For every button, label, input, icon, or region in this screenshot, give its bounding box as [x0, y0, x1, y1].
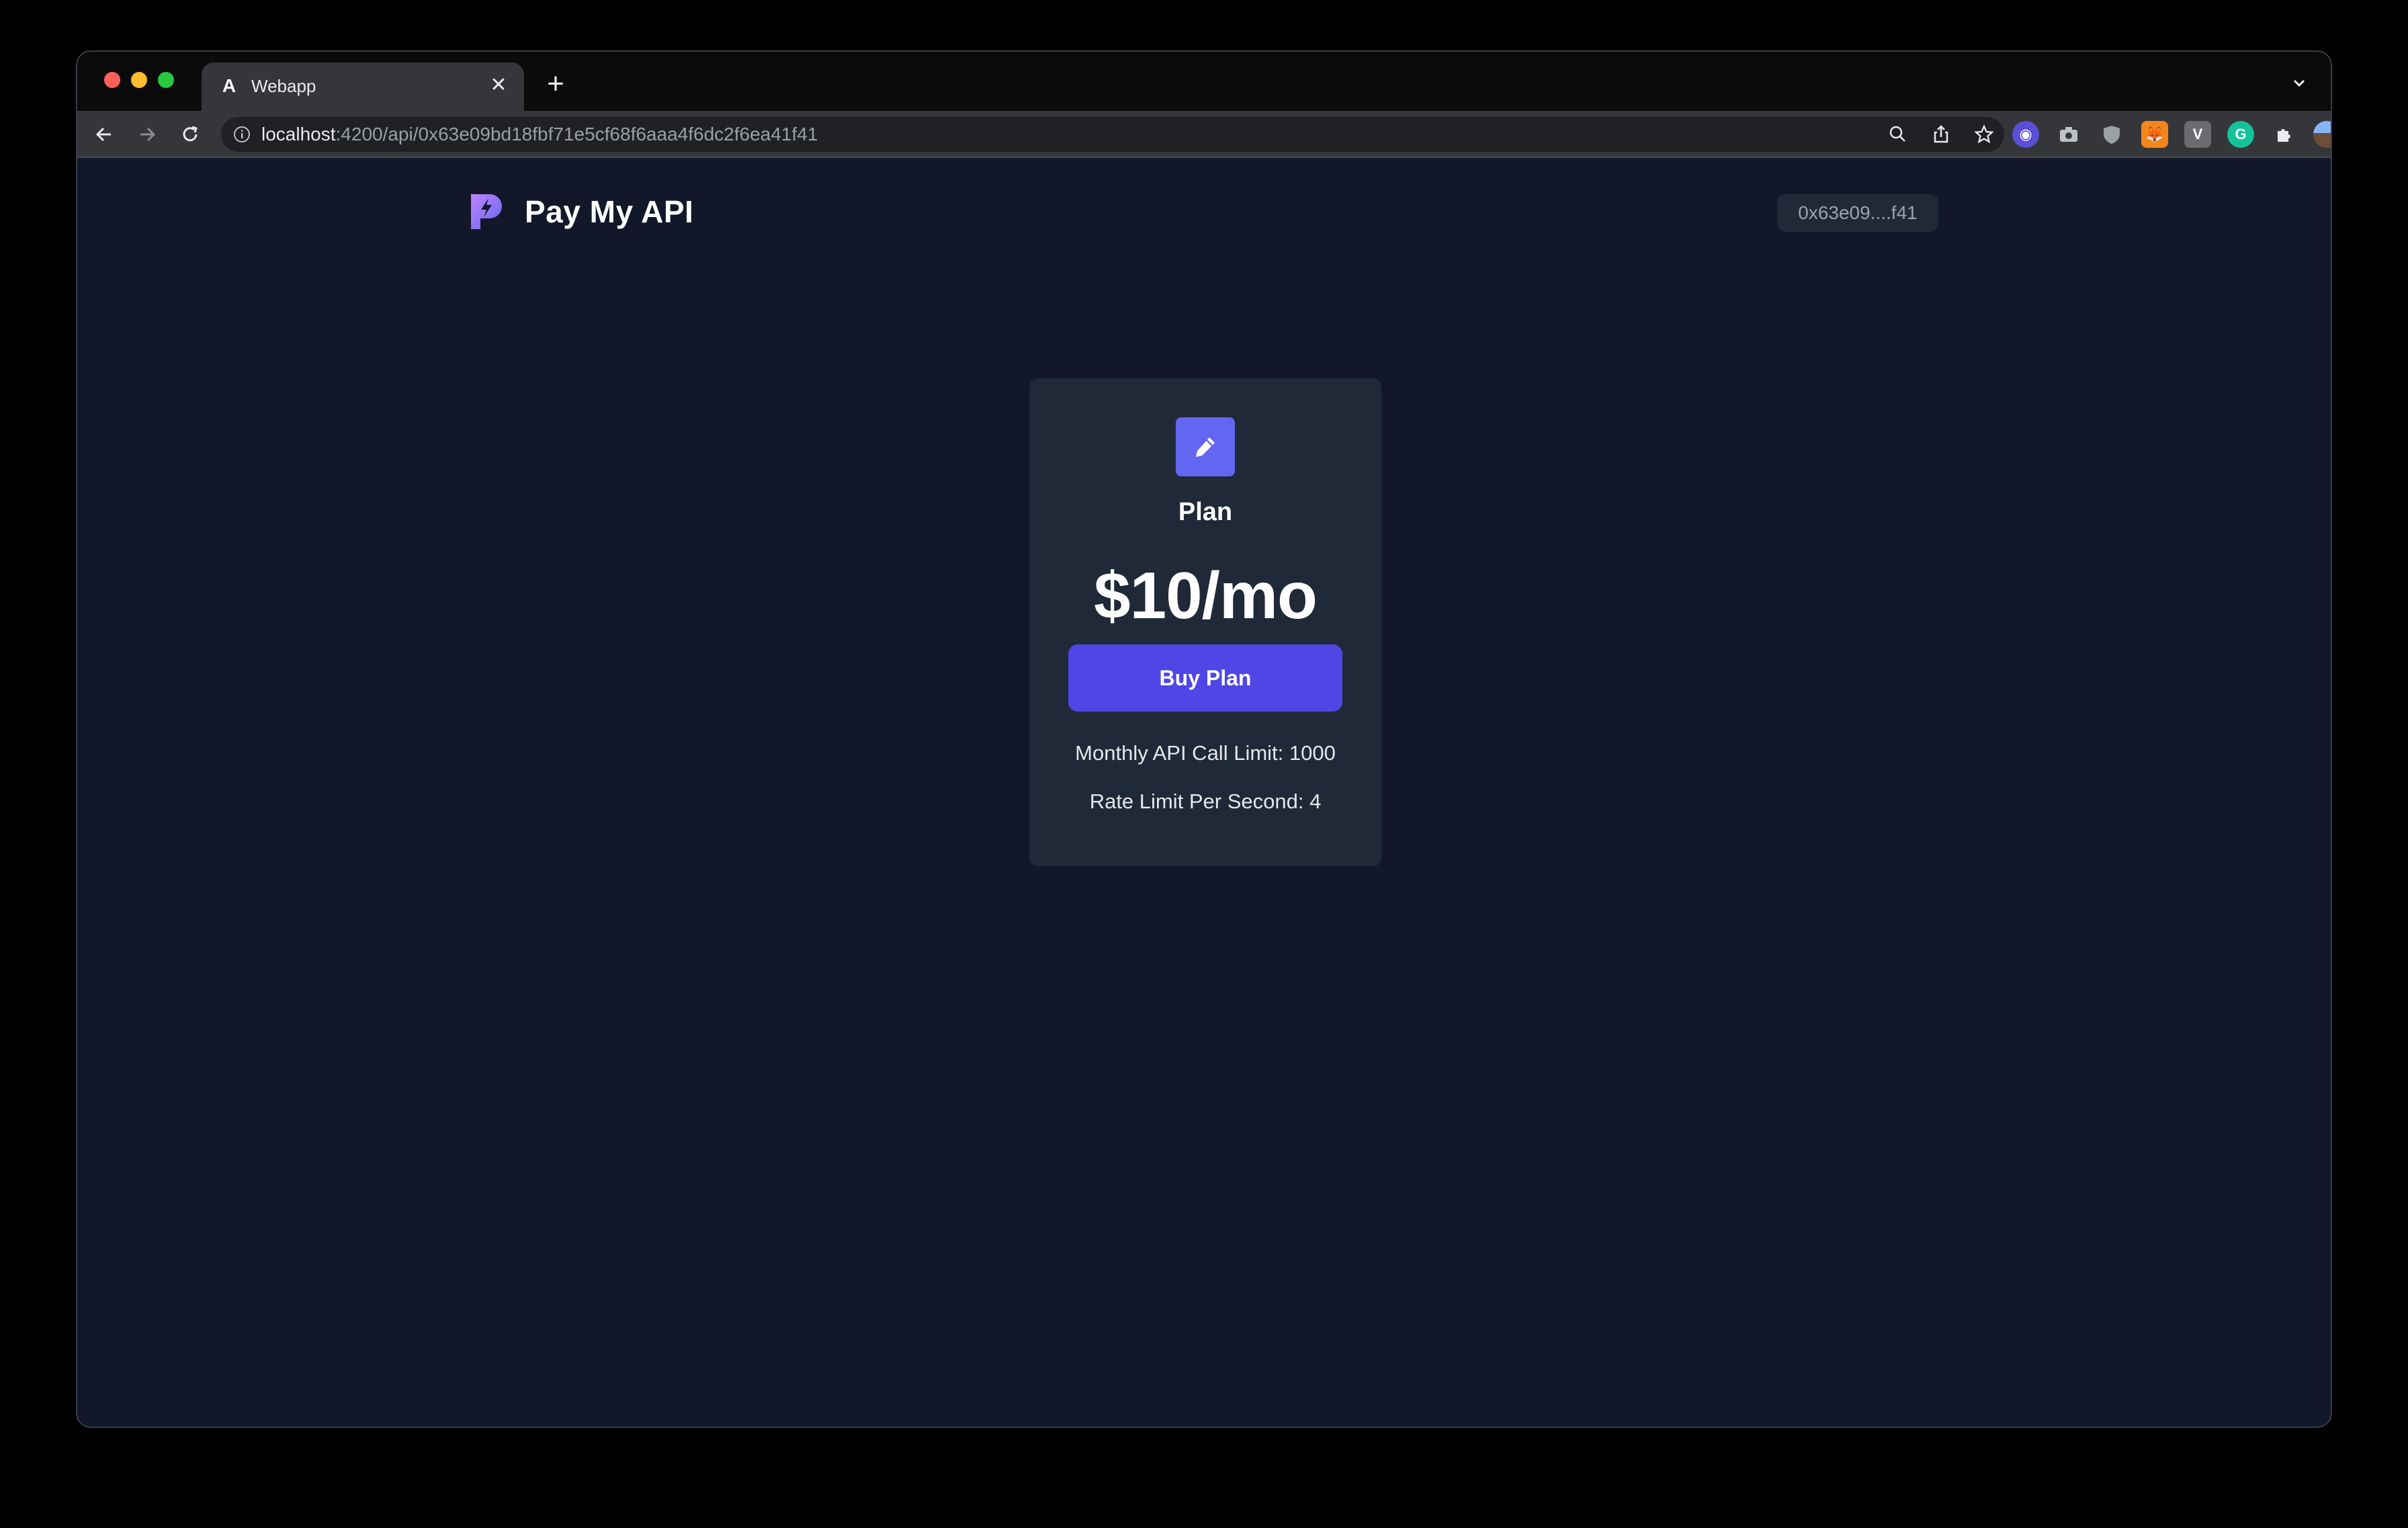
chevron-down-icon[interactable] [2289, 73, 2309, 93]
extensions-bar: ◉ 🦊 V G [2012, 121, 2331, 148]
share-icon[interactable] [1929, 122, 1953, 146]
maximize-window-button[interactable] [158, 72, 174, 88]
plan-card: Plan $10/mo Buy Plan Monthly API Call Li… [1029, 378, 1381, 866]
brand-name: Pay My API [525, 194, 694, 229]
back-arrow-icon[interactable] [91, 121, 118, 148]
minimize-window-button[interactable] [131, 72, 147, 88]
page-content: Pay My API 0x63e09....f41 Plan $10/mo Bu… [77, 158, 2331, 1427]
url-host: localhost [261, 124, 336, 144]
reload-icon[interactable] [177, 121, 204, 148]
address-bar[interactable]: localhost:4200/api/0x63e09bd18fbf71e5cf6… [221, 117, 2004, 152]
ublock-shield-icon[interactable] [2098, 121, 2125, 148]
feature-rate-limit: Rate Limit Per Second: 4 [1089, 790, 1322, 813]
address-bar-actions [1886, 122, 1996, 146]
tab-close-icon[interactable]: ✕ [486, 73, 511, 97]
url-text: localhost:4200/api/0x63e09bd18fbf71e5cf6… [261, 124, 818, 145]
zoom-icon[interactable] [1886, 122, 1910, 146]
browser-tab[interactable]: A Webapp ✕ [202, 62, 524, 111]
browser-window: A Webapp ✕ + localhost:4200/api/0x63e09b… [76, 50, 2332, 1428]
puzzle-icon[interactable] [2270, 121, 2297, 148]
info-icon[interactable] [233, 126, 251, 143]
plan-title: Plan [1178, 498, 1233, 526]
extension-eye-icon[interactable]: ◉ [2012, 121, 2039, 148]
pencil-icon [1196, 437, 1215, 457]
paymyapi-logo-icon [471, 194, 502, 229]
buy-plan-button[interactable]: Buy Plan [1068, 644, 1342, 712]
vue-devtools-icon[interactable]: V [2184, 121, 2211, 148]
browser-toolbar: localhost:4200/api/0x63e09bd18fbf71e5cf6… [77, 111, 2331, 158]
plan-price: $10/mo [1094, 558, 1318, 632]
new-tab-button[interactable]: + [541, 69, 570, 99]
wallet-address-badge[interactable]: 0x63e09....f41 [1777, 194, 1938, 232]
camera-icon[interactable] [2055, 121, 2082, 148]
grammarly-icon[interactable]: G [2227, 121, 2254, 148]
tab-title: Webapp [251, 76, 316, 96]
url-path: :4200/api/0x63e09bd18fbf71e5cf68f6aaa4f6… [335, 124, 818, 144]
feature-monthly-limit: Monthly API Call Limit: 1000 [1075, 741, 1336, 765]
brand[interactable]: Pay My API [468, 192, 693, 232]
browser-titlebar: A Webapp ✕ + [77, 52, 2331, 111]
plan-icon-badge [1176, 417, 1235, 476]
close-window-button[interactable] [104, 72, 120, 88]
avatar[interactable] [2313, 121, 2331, 148]
bookmark-star-icon[interactable] [1972, 122, 1996, 146]
angular-favicon-icon: A [222, 75, 236, 96]
metamask-fox-icon[interactable]: 🦊 [2141, 121, 2168, 148]
forward-arrow-icon[interactable] [134, 121, 161, 148]
